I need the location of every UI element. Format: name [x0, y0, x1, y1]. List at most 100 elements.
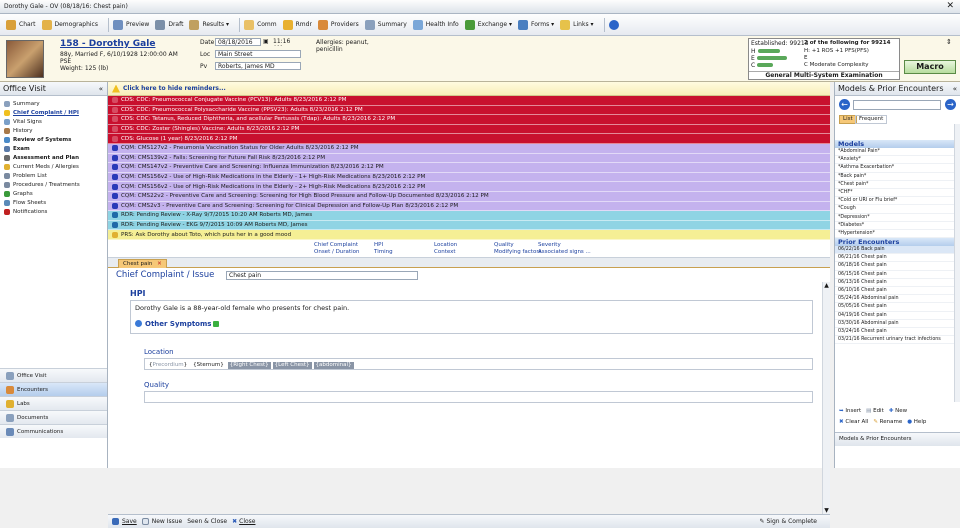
comm-button[interactable]: Comm — [244, 19, 277, 30]
forward-icon[interactable]: → — [945, 99, 956, 110]
reminder-cqm[interactable]: CQM: CMS2v3 - Preventive Care and Screen… — [108, 201, 830, 212]
help-button[interactable] — [608, 19, 622, 30]
help-button[interactable]: ● Help — [907, 419, 926, 425]
prior-encounter-item[interactable]: 05/05/16 Chest pain — [835, 303, 960, 312]
prior-encounter-item[interactable]: 03/24/16 Chest pain — [835, 328, 960, 337]
exam-type[interactable]: General Multi-System Examination — [749, 71, 899, 79]
other-symptoms-button[interactable]: Other Symptoms — [135, 320, 222, 328]
reminder-prs[interactable]: PRS: Ask Dorothy about Toto, which puts … — [108, 230, 830, 240]
models-search-input[interactable] — [853, 100, 941, 110]
hide-reminders-link[interactable]: Click here to hide reminders... — [123, 85, 226, 92]
prior-encounter-item[interactable]: 03/30/16 Abdominal pain — [835, 320, 960, 328]
nav-item-procedures-treatments[interactable]: Procedures / Treatments — [0, 180, 107, 189]
model-item[interactable]: *Cold or URI or Flu brief* — [835, 197, 960, 206]
model-item[interactable]: *Anxiety* — [835, 156, 960, 165]
collapse-right-icon[interactable]: « — [953, 82, 957, 96]
location-chip-right-chest[interactable]: {Right Chest} — [227, 361, 271, 369]
nav-item-notifications[interactable]: Notifications — [0, 207, 107, 216]
location-chip-left-chest[interactable]: {Left Chest} — [272, 361, 312, 369]
reminder-cqm[interactable]: CQM: CMS156v2 - Use of High-Risk Medicat… — [108, 172, 830, 183]
time-field[interactable]: 11:16 AM — [271, 38, 301, 46]
prior-encounter-item[interactable]: 05/24/16 Abdominal pain — [835, 295, 960, 304]
model-item[interactable]: *Asthma Exacerbation* — [835, 164, 960, 173]
model-item[interactable]: *Back pain* — [835, 173, 960, 181]
ql-hpi[interactable]: HPI — [374, 242, 393, 249]
draft-button[interactable]: Draft — [155, 19, 183, 30]
ql-onset[interactable]: Onset / Duration — [314, 249, 359, 256]
cc-input[interactable]: Chest pain — [226, 270, 418, 280]
reminder-rdr[interactable]: RDR: Pending Review - X-Ray 9/7/2015 10:… — [108, 211, 830, 221]
ql-quality[interactable]: Quality — [494, 242, 541, 249]
close-button[interactable]: ✖ Close — [232, 518, 255, 525]
nav-item-review-of-systems[interactable]: Review of Systems — [0, 135, 107, 144]
close-window-button[interactable]: ✕ — [946, 1, 954, 11]
scroll-down-icon[interactable]: ▼ — [823, 507, 830, 514]
reminder-cqm[interactable]: CQM: CMS156v2 - Use of High-Risk Medicat… — [108, 182, 830, 192]
location-chip-abdominal[interactable]: {abdominal} — [313, 361, 354, 369]
prior-encounter-item[interactable]: 06/10/16 Chest pain — [835, 287, 960, 296]
module-labs[interactable]: Labs — [0, 396, 107, 410]
collapse-left-icon[interactable]: « — [99, 82, 103, 96]
ql-location[interactable]: Location — [434, 242, 457, 249]
location-chip-sternum[interactable]: {Sternum} — [191, 362, 226, 369]
rename-button[interactable]: ✎ Rename — [873, 419, 902, 425]
close-tab-icon[interactable]: ✕ — [157, 261, 162, 267]
model-item[interactable]: *CHF* — [835, 189, 960, 198]
sign-complete-button[interactable]: ✎ Sign & Complete — [759, 518, 817, 525]
calendar-icon[interactable]: ▣ — [263, 38, 269, 45]
ql-chief-complaint[interactable]: Chief Complaint — [314, 242, 359, 249]
location-field[interactable]: Main Street — [215, 50, 301, 58]
reminder-cds[interactable]: CDS: Glucose (1 year) 8/23/2016 2:12 PM — [108, 134, 830, 144]
prior-encounter-item[interactable]: 06/15/16 Chest pain — [835, 271, 960, 279]
ql-severity[interactable]: Severity — [538, 242, 591, 249]
nav-item-flow-sheets[interactable]: Flow Sheets — [0, 198, 107, 207]
nav-item-current-meds-allergies[interactable]: Current Meds / Allergies — [0, 162, 107, 171]
summary-button[interactable]: Summary — [364, 19, 407, 30]
nav-item-assessment-and-plan[interactable]: Assessment and Plan — [0, 153, 107, 162]
ql-associated[interactable]: Associated signs ... — [538, 249, 591, 256]
nav-item-problem-list[interactable]: Problem List — [0, 171, 107, 180]
model-item[interactable]: *Chest pain* — [835, 181, 960, 189]
reminders-header[interactable]: Click here to hide reminders... — [108, 82, 830, 96]
demographics-button[interactable]: Demographics — [41, 19, 98, 30]
reminder-cqm[interactable]: CQM: CMS147v2 - Preventive Care and Scre… — [108, 163, 830, 173]
ql-context[interactable]: Context — [434, 249, 457, 256]
preview-button[interactable]: Preview — [112, 19, 149, 30]
nav-item-summary[interactable]: Summary — [0, 99, 107, 108]
hpi-box[interactable]: Dorothy Gale is a 88-year-old female who… — [130, 299, 813, 334]
date-field[interactable]: 08/18/2016 — [215, 38, 261, 46]
results-button[interactable]: Results ▾ — [189, 19, 229, 30]
exchange-button[interactable]: Exchange ▾ — [464, 19, 512, 30]
nav-item-graphs[interactable]: Graphs — [0, 189, 107, 198]
editor-scrollbar[interactable]: ▲ ▼ — [822, 282, 830, 514]
nav-item-history[interactable]: History — [0, 126, 107, 135]
prior-encounter-item[interactable]: 06/22/16 Back pain — [835, 246, 960, 255]
module-communications[interactable]: Communications — [0, 424, 107, 438]
new-button[interactable]: ✚ New — [889, 408, 907, 414]
reminder-rdr[interactable]: RDR: Pending Review - EKG 9/7/2015 10:09… — [108, 220, 830, 231]
links-button[interactable]: Links ▾ — [560, 19, 594, 30]
nav-item-vital-signs[interactable]: Vital Signs — [0, 117, 107, 126]
macro-button[interactable]: Macro — [904, 60, 956, 74]
forms-button[interactable]: Forms ▾ — [517, 19, 554, 30]
save-button[interactable]: Save — [112, 518, 137, 525]
reminder-cds[interactable]: CDS: CDC: Pneumococcal Conjugate Vaccine… — [108, 96, 830, 106]
model-item[interactable]: *Abdominal Pain* — [835, 148, 960, 157]
nav-item-exam[interactable]: Exam — [0, 144, 107, 153]
model-item[interactable]: *Depression* — [835, 214, 960, 222]
chart-button[interactable]: Chart — [6, 19, 36, 30]
tab-chest-pain[interactable]: Chest pain ✕ — [118, 258, 167, 268]
edit-button[interactable]: ▤ Edit — [866, 408, 884, 414]
prior-encounter-item[interactable]: 06/18/16 Chest pain — [835, 262, 960, 271]
reminder-cds[interactable]: CDS: CDC: Pneumococcal Polysaccharide Va… — [108, 105, 830, 116]
prior-encounter-item[interactable]: 06/13/16 Chest pain — [835, 279, 960, 287]
providers-button[interactable]: Providers — [317, 19, 359, 30]
location-chip-precordium[interactable]: {Precordium} — [147, 362, 189, 369]
models-scrollbar[interactable] — [954, 124, 960, 402]
prior-encounter-item[interactable]: 04/19/16 Chest pain — [835, 312, 960, 320]
clear-all-button[interactable]: ✖ Clear All — [839, 419, 868, 425]
model-item[interactable]: *Hypertension* — [835, 230, 960, 239]
reminder-cqm[interactable]: CQM: CMS139v2 - Falls: Screening for Fut… — [108, 153, 830, 164]
module-encounters[interactable]: Encounters — [0, 382, 107, 396]
reminder-cqm[interactable]: CQM: CMS22v2 - Preventive Care and Scree… — [108, 191, 830, 202]
